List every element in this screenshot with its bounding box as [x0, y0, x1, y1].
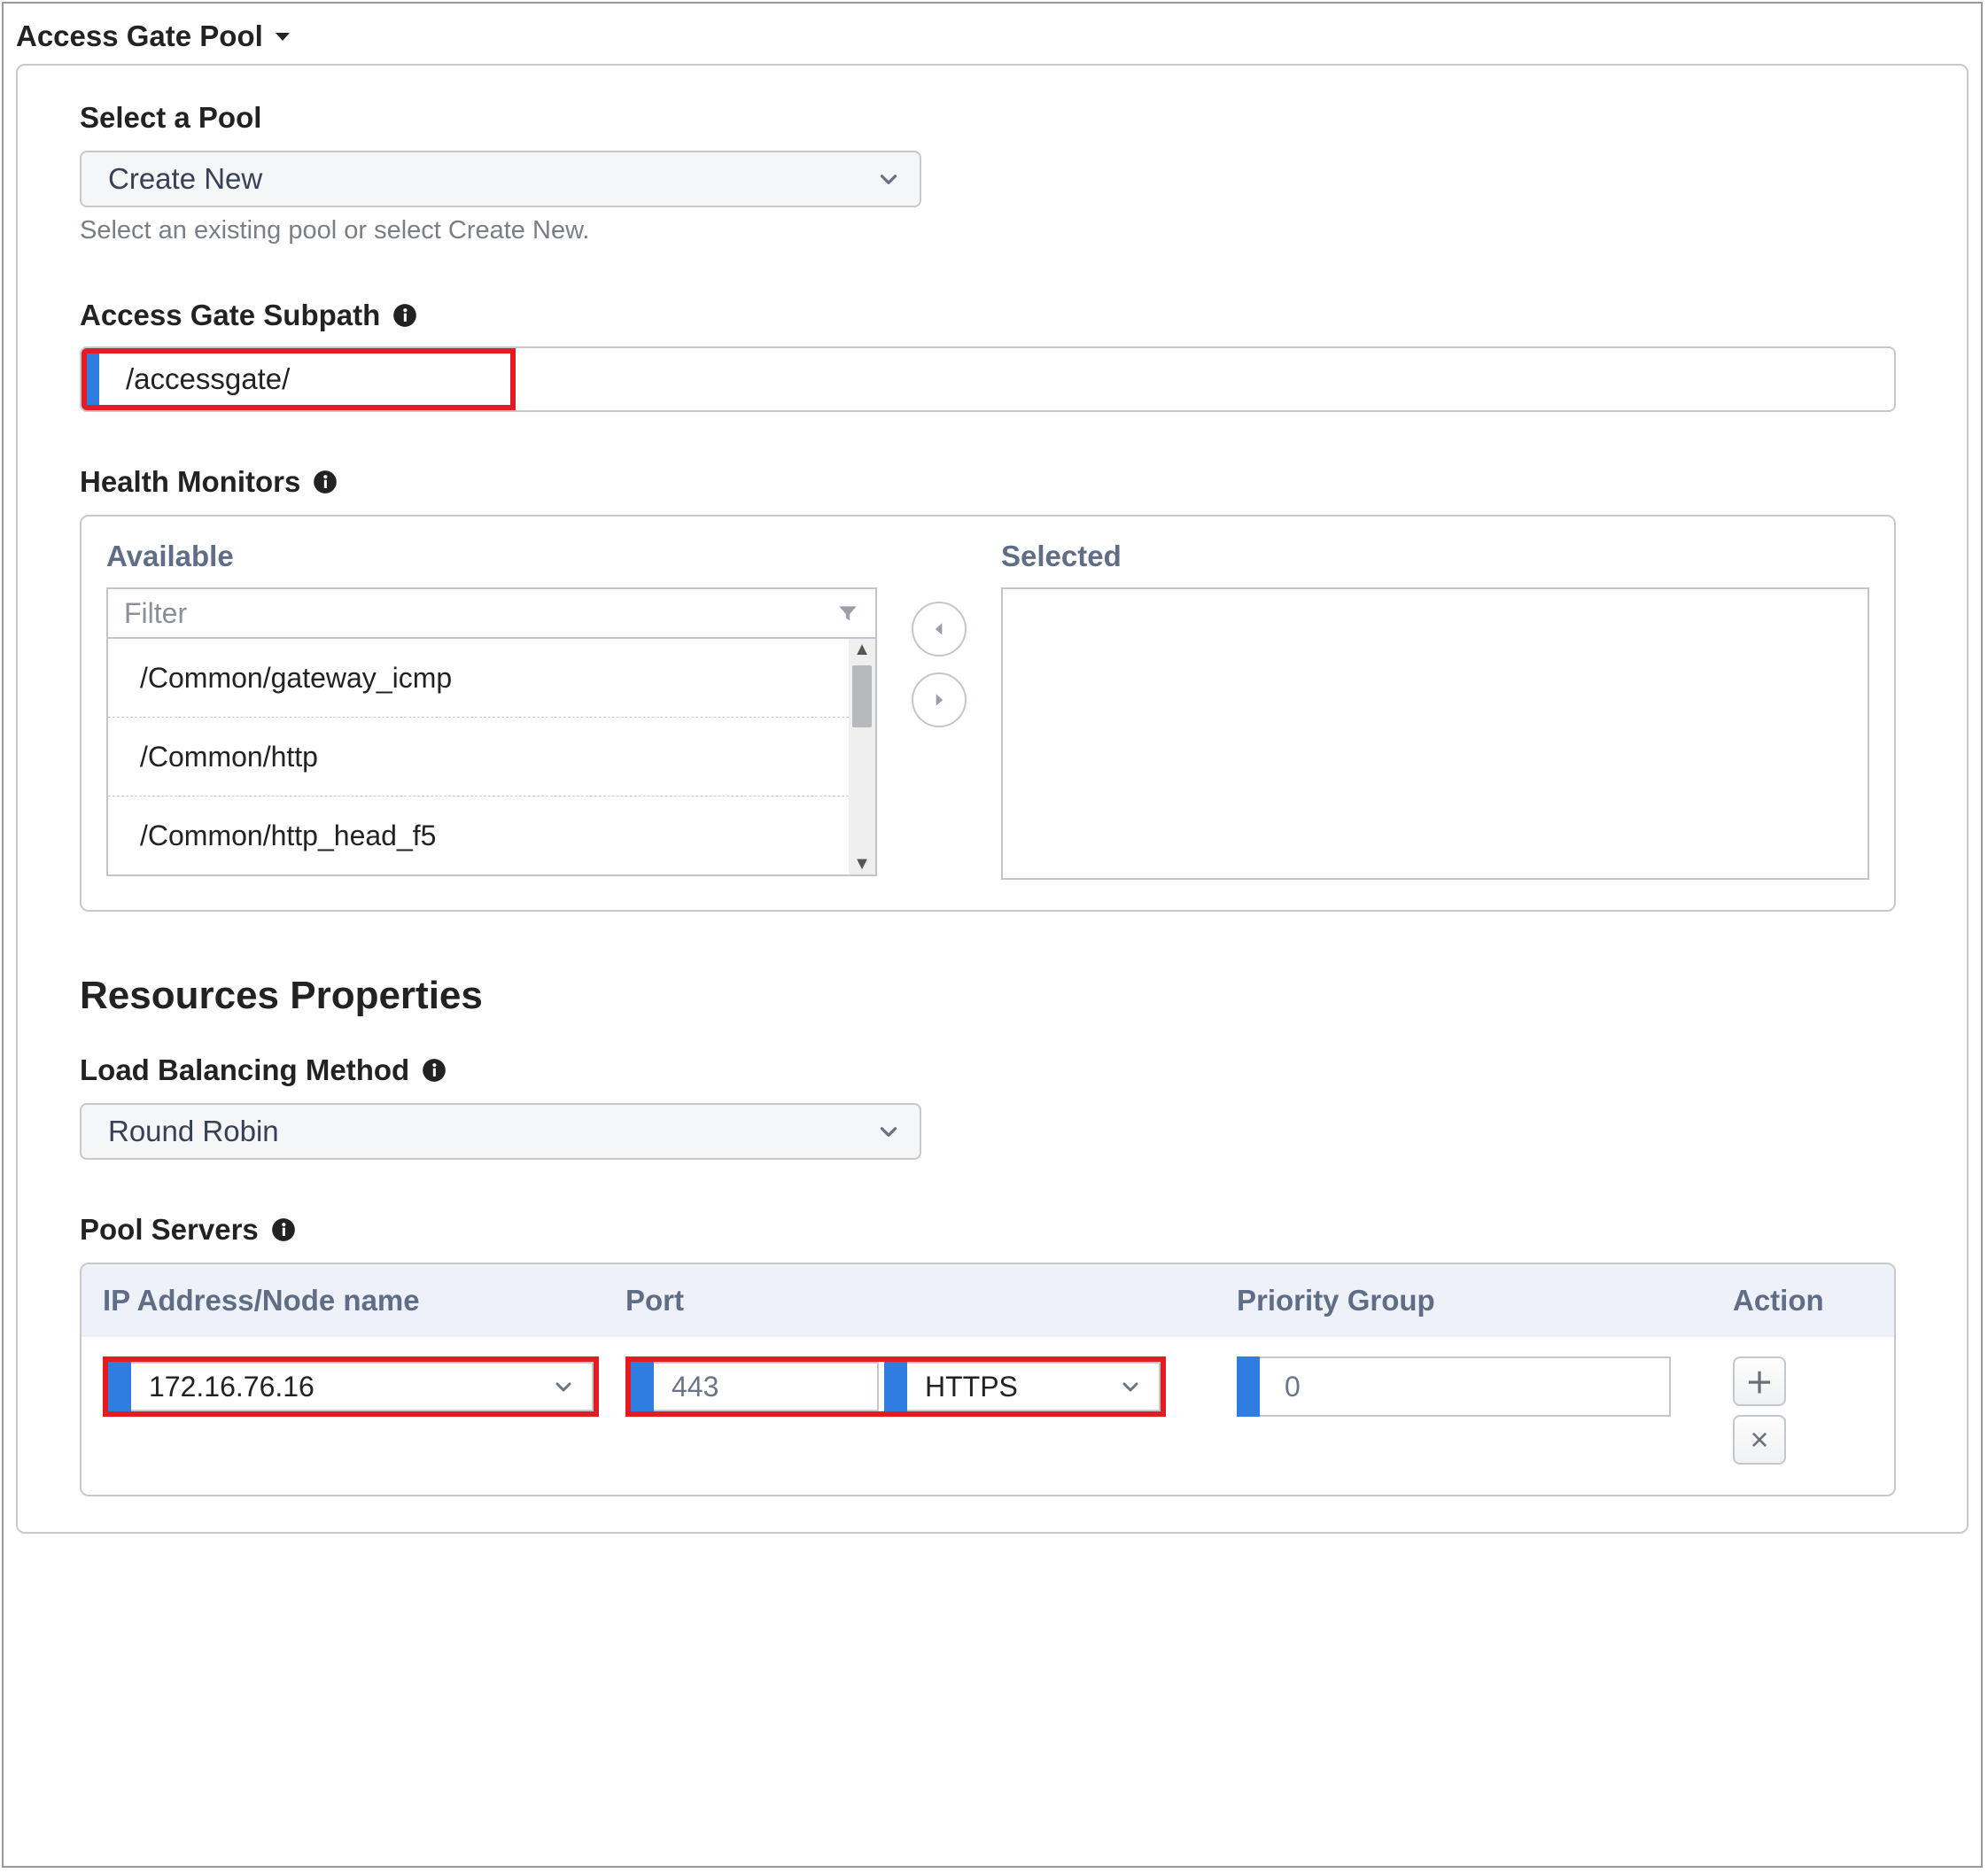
scroll-thumb[interactable] [852, 665, 872, 727]
subpath-label: Access Gate Subpath [80, 299, 1905, 332]
move-left-button[interactable] [912, 602, 967, 657]
list-item[interactable]: /Common/http_head_f5 [108, 797, 875, 875]
pool-select-label: Select a Pool [80, 101, 1905, 135]
hm-filter-input[interactable]: Filter [106, 587, 877, 639]
scroll-up-icon[interactable]: ▲ [853, 639, 871, 660]
caret-down-icon [272, 26, 293, 47]
pool-servers-label: Pool Servers [80, 1213, 1905, 1247]
info-icon[interactable] [313, 470, 338, 494]
chevron-down-icon [553, 1376, 574, 1397]
col-action: Action [1733, 1284, 1873, 1317]
resources-heading: Resources Properties [80, 974, 1905, 1018]
pool-servers-table: IP Address/Node name Port Priority Group… [80, 1263, 1896, 1496]
scrollbar[interactable]: ▲ ▼ [849, 639, 875, 874]
col-port: Port [625, 1284, 1237, 1317]
pool-select-helper: Select an existing pool or select Create… [80, 216, 1905, 245]
hm-available-label: Available [106, 540, 877, 573]
hm-available-list: /Common/gateway_icmp /Common/http /Commo… [106, 639, 877, 876]
scroll-down-icon[interactable]: ▼ [853, 853, 871, 874]
hm-transfer-controls [904, 602, 975, 727]
col-priority: Priority Group [1237, 1284, 1733, 1317]
hm-filter-placeholder: Filter [124, 597, 187, 630]
pool-select-value: Create New [108, 162, 262, 196]
pool-servers-label-text: Pool Servers [80, 1213, 259, 1247]
pool-select[interactable]: Create New [80, 151, 921, 207]
hm-available-column: Available Filter /Common/gateway_icmp /C… [106, 540, 877, 876]
lbm-label-text: Load Balancing Method [80, 1053, 409, 1087]
hm-selected-label: Selected [1001, 540, 1869, 573]
health-monitors-label-text: Health Monitors [80, 465, 300, 499]
highlight-box: 443 HTTPS [625, 1356, 1166, 1417]
lbm-label: Load Balancing Method [80, 1053, 1905, 1087]
subpath-label-text: Access Gate Subpath [80, 299, 380, 332]
filter-icon [836, 602, 859, 625]
lbm-value: Round Robin [108, 1115, 279, 1148]
info-icon[interactable] [392, 303, 417, 328]
move-right-button[interactable] [912, 672, 967, 727]
table-row: 172.16.76.16 [82, 1337, 1894, 1495]
highlight-box: 172.16.76.16 [103, 1356, 599, 1417]
section-toggle[interactable]: Access Gate Pool [16, 19, 1969, 53]
required-indicator [631, 1362, 654, 1411]
form-panel: Access Gate Pool Select a Pool Create Ne… [2, 2, 1983, 1868]
info-icon[interactable] [271, 1217, 296, 1242]
port-input[interactable]: 443 [654, 1362, 879, 1411]
highlight-box: /accessgate/ [82, 348, 516, 410]
info-icon[interactable] [422, 1058, 447, 1083]
subpath-input[interactable]: /accessgate/ [80, 346, 1896, 412]
list-item[interactable]: /Common/http [108, 718, 875, 797]
priority-value: 0 [1285, 1371, 1301, 1403]
section-body: Select a Pool Create New Select an exist… [16, 64, 1969, 1534]
col-ip: IP Address/Node name [103, 1284, 625, 1317]
lbm-select[interactable]: Round Robin [80, 1103, 921, 1160]
add-row-button[interactable]: ＋ [1733, 1356, 1786, 1406]
remove-row-button[interactable]: × [1733, 1415, 1786, 1465]
ip-value: 172.16.76.16 [149, 1371, 315, 1403]
hm-selected-column: Selected [1001, 540, 1869, 880]
table-header: IP Address/Node name Port Priority Group… [82, 1264, 1894, 1337]
health-monitors-box: Available Filter /Common/gateway_icmp /C… [80, 515, 1896, 912]
required-indicator [108, 1362, 131, 1411]
required-indicator [884, 1362, 907, 1411]
chevron-down-icon [877, 167, 900, 190]
health-monitors-label: Health Monitors [80, 465, 1905, 499]
chevron-down-icon [1120, 1376, 1141, 1397]
section-title: Access Gate Pool [16, 19, 263, 53]
port-proto-select[interactable]: HTTPS [907, 1362, 1161, 1411]
port-proto-value: HTTPS [925, 1371, 1018, 1403]
ip-input[interactable]: 172.16.76.16 [131, 1362, 594, 1411]
priority-input-wrap: 0 [1237, 1356, 1671, 1417]
priority-input[interactable]: 0 [1260, 1356, 1671, 1417]
chevron-down-icon [877, 1120, 900, 1143]
list-item[interactable]: /Common/gateway_icmp [108, 639, 875, 718]
required-indicator [1237, 1356, 1260, 1417]
subpath-value: /accessgate/ [99, 354, 510, 405]
hm-selected-list[interactable] [1001, 587, 1869, 880]
port-value: 443 [672, 1371, 718, 1403]
required-indicator [87, 354, 99, 405]
